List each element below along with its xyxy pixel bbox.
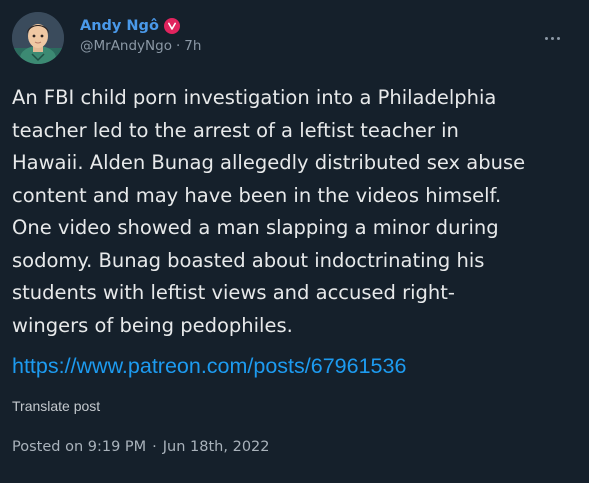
posted-on: Posted on 9:19 PM · Jun 18th, 2022 xyxy=(12,439,270,455)
post-time[interactable]: 7h xyxy=(184,38,201,54)
author-handle[interactable]: @MrAndyNgo xyxy=(80,38,172,54)
posted-separator: · xyxy=(152,439,157,455)
translate-post-button[interactable]: Translate post xyxy=(12,398,100,414)
post-text: An FBI child porn investigation into a P… xyxy=(12,86,526,337)
avatar[interactable] xyxy=(12,12,64,64)
post-card: Andy Ngô @MrAndyNgo · 7h An FBI child po… xyxy=(0,0,589,483)
author-name[interactable]: Andy Ngô xyxy=(80,18,159,34)
posted-date: Jun 18th, 2022 xyxy=(162,439,270,455)
avatar-portrait-icon xyxy=(12,12,64,64)
handle-line: @MrAndyNgo · 7h xyxy=(80,38,201,54)
more-options-icon[interactable] xyxy=(540,28,564,48)
post-link[interactable]: https://www.patreon.com/posts/67961536 xyxy=(12,350,406,382)
verified-badge-icon xyxy=(163,18,180,34)
author-line: Andy Ngô xyxy=(80,16,180,36)
handle-separator: · xyxy=(175,38,181,54)
posted-on-label: Posted on 9:19 PM xyxy=(12,439,147,455)
